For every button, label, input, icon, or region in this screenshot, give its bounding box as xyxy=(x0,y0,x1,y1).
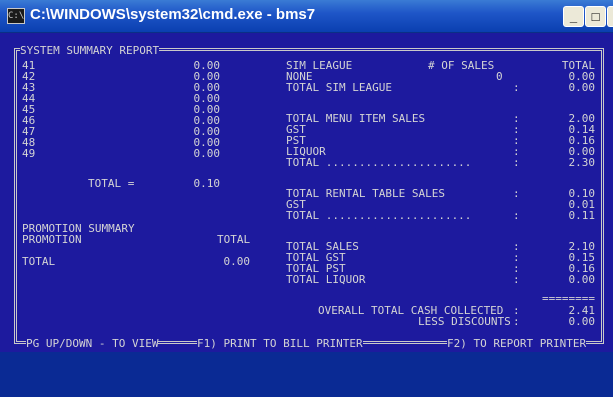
minimize-button[interactable]: _ xyxy=(563,6,584,27)
rental-total-value: 0.11 xyxy=(568,209,596,222)
total-liquor-value: 0.00 xyxy=(568,273,596,286)
total-liquor-label: TOTAL LIQUOR xyxy=(286,273,366,286)
maximize-button[interactable]: □ xyxy=(585,6,606,27)
colon: : xyxy=(513,209,520,222)
promotion-total-value: 0.00 xyxy=(223,255,251,268)
footer-nav-hint: PG UP/DOWN - TO VIEW xyxy=(26,337,159,350)
colon: : xyxy=(513,81,520,94)
menu-total-value: 2.30 xyxy=(568,156,596,169)
rental-total-label: TOTAL ...................... xyxy=(286,209,472,222)
row-value: 0.00 xyxy=(193,147,221,160)
menu-total-label: TOTAL ...................... xyxy=(286,156,472,169)
left-total-value: 0.10 xyxy=(193,177,221,190)
close-button[interactable] xyxy=(607,6,613,27)
left-total-label: TOTAL = xyxy=(88,177,135,190)
colon: : xyxy=(513,187,520,200)
cmd-icon: C:\ xyxy=(7,8,25,24)
footer-f1-command[interactable]: F1) PRINT TO BILL PRINTER xyxy=(197,338,363,350)
none-count: 0 xyxy=(496,70,503,83)
colon: : xyxy=(513,156,520,169)
row-number: 49 xyxy=(22,147,36,160)
total-sim-league-value: 0.00 xyxy=(568,81,596,94)
discounts-label: LESS DISCOUNTS xyxy=(418,315,511,328)
colon: : xyxy=(513,273,520,286)
footer-f2-command[interactable]: F2) TO REPORT PRINTER xyxy=(447,338,587,350)
discounts-value: 0.00 xyxy=(568,315,596,328)
colon: : xyxy=(513,315,520,328)
promotion-col-header: PROMOTION xyxy=(22,233,82,246)
promotion-total-col-header: TOTAL xyxy=(217,233,251,246)
total-sim-league-label: TOTAL SIM LEAGUE xyxy=(286,81,392,94)
console-area[interactable]: SYSTEM SUMMARY REPORT 41 0.00 42 0.00 43… xyxy=(0,33,613,397)
title-bar[interactable]: C:\ C:\WINDOWS\system32\cmd.exe - bms7 _… xyxy=(0,0,613,33)
menu-sales-label: TOTAL MENU ITEM SALES xyxy=(286,112,426,125)
report-header: SYSTEM SUMMARY REPORT xyxy=(20,44,160,57)
window-title: C:\WINDOWS\system32\cmd.exe - bms7 xyxy=(30,6,316,23)
console-bottom-area xyxy=(0,352,613,397)
rental-sales-label: TOTAL RENTAL TABLE SALES xyxy=(286,187,445,200)
promotion-total-label: TOTAL xyxy=(22,255,56,268)
num-sales-header: # OF SALES xyxy=(428,59,495,72)
